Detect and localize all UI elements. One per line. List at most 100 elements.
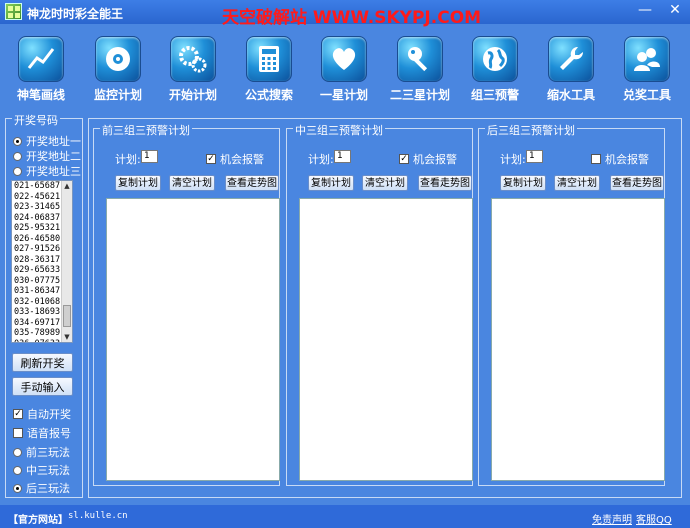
- tool-label: 公式搜索: [244, 88, 293, 102]
- auto-draw-checkbox[interactable]: ✓ 自动开奖: [13, 406, 71, 422]
- tool-label: 组三预警: [470, 88, 519, 102]
- alarm-checkbox[interactable]: ✓ 机会报警: [206, 151, 264, 167]
- back-three-panel: 后三组三预警计划 计划: 1 机会报警 复制计划 清空计划 查看走势图: [478, 122, 665, 486]
- official-site-label: 【官方网站】: [8, 515, 68, 526]
- view-chart-button[interactable]: 查看走势图: [418, 175, 472, 191]
- tool-group-three-alert[interactable]: 组三预警: [460, 36, 530, 103]
- radio-label: 开奖地址二: [26, 150, 81, 163]
- official-site-link[interactable]: sl.kulle.cn: [68, 511, 128, 521]
- view-chart-button[interactable]: 查看走势图: [610, 175, 664, 191]
- mode-radio-middle[interactable]: 中三玩法: [13, 462, 70, 478]
- plan-count-input[interactable]: 1: [526, 150, 543, 163]
- clear-plan-button[interactable]: 清空计划: [554, 175, 600, 191]
- tool-label: 开始计划: [168, 88, 217, 102]
- disc-icon: [95, 36, 141, 82]
- wrench-icon: [548, 36, 594, 82]
- radio-label: 前三玩法: [26, 446, 70, 459]
- radio-dot: [13, 483, 22, 493]
- checkbox-label: 机会报警: [220, 153, 264, 166]
- voice-announce-checkbox[interactable]: 语音报号: [13, 425, 71, 441]
- tool-label: 兑奖工具: [622, 88, 671, 102]
- panel-title: 中三组三预警计划: [293, 122, 385, 138]
- tool-label: 缩水工具: [546, 88, 595, 102]
- draw-list[interactable]: 021-65687 022-45621 023-31465 024-06837 025-…: [11, 180, 73, 343]
- status-bar: 【官方网站】 sl.kulle.cn 免责声明 客服QQ: [0, 505, 690, 528]
- copy-plan-button[interactable]: 复制计划: [308, 175, 354, 191]
- checkbox-box: ✓: [13, 409, 23, 419]
- radio-label: 中三玩法: [26, 464, 70, 477]
- radio-dot: [13, 166, 22, 176]
- tool-label: 一星计划: [319, 88, 368, 102]
- plan-count-input[interactable]: 1: [334, 150, 351, 163]
- plan-output-area[interactable]: [299, 198, 473, 481]
- calculator-icon: [246, 36, 292, 82]
- support-qq-link[interactable]: 客服QQ: [636, 511, 672, 526]
- tool-label: 二三星计划: [389, 88, 450, 102]
- tool-formula-search[interactable]: 公式搜索: [234, 36, 304, 103]
- tool-start-plan[interactable]: 开始计划: [158, 36, 228, 103]
- checkbox-box: ✓: [206, 154, 216, 164]
- manual-input-button[interactable]: 手动输入: [12, 377, 73, 396]
- middle-three-panel: 中三组三预警计划 计划: 1 ✓ 机会报警 复制计划 清空计划 查看走势图: [286, 122, 473, 486]
- radio-label: 开奖地址三: [26, 165, 81, 178]
- tool-monitor-plan[interactable]: 监控计划: [83, 36, 153, 103]
- tool-one-star-plan[interactable]: 一星计划: [309, 36, 379, 103]
- mode-radio-back[interactable]: 后三玩法: [13, 480, 70, 496]
- plan-label: 计划:: [308, 153, 334, 166]
- checkbox-label: 机会报警: [605, 153, 649, 166]
- close-button[interactable]: ✕: [660, 0, 690, 22]
- source-radio-1[interactable]: 开奖地址一: [13, 133, 81, 149]
- checkbox-box: ✓: [399, 154, 409, 164]
- radio-dot: [13, 447, 22, 457]
- plan-count-input[interactable]: 1: [141, 150, 158, 163]
- checkbox-label: 语音报号: [27, 427, 71, 440]
- title-bar[interactable]: 神龙时时彩全能王 天空破解站 WWW.SKYPJ.COM — ✕: [0, 0, 690, 28]
- alarm-checkbox[interactable]: ✓ 机会报警: [399, 151, 457, 167]
- tool-prize-check[interactable]: 兑奖工具: [612, 36, 682, 103]
- plan-output-area[interactable]: [491, 198, 665, 481]
- app-window: 神龙时时彩全能王 天空破解站 WWW.SKYPJ.COM — ✕ 神笔画线 监控…: [0, 0, 690, 528]
- source-radio-3[interactable]: 开奖地址三: [13, 163, 81, 179]
- gears-icon: [170, 36, 216, 82]
- copy-plan-button[interactable]: 复制计划: [115, 175, 161, 191]
- scroll-up-icon[interactable]: ▲: [62, 181, 72, 191]
- radio-dot: [13, 465, 22, 475]
- window-title: 神龙时时彩全能王: [27, 7, 124, 21]
- tool-draw-line[interactable]: 神笔画线: [6, 36, 76, 103]
- view-chart-button[interactable]: 查看走势图: [225, 175, 279, 191]
- front-three-panel: 前三组三预警计划 计划: 1 ✓ 机会报警 复制计划 清空计划 查看走势图: [93, 122, 280, 486]
- source-radio-2[interactable]: 开奖地址二: [13, 148, 81, 164]
- minimize-button[interactable]: —: [630, 0, 660, 22]
- plan-label: 计划:: [115, 153, 141, 166]
- users-icon: [624, 36, 670, 82]
- radio-label: 后三玩法: [26, 482, 70, 495]
- checkbox-label: 自动开奖: [27, 408, 71, 421]
- copy-plan-button[interactable]: 复制计划: [500, 175, 546, 191]
- plan-label: 计划:: [500, 153, 526, 166]
- trend-line-icon: [18, 36, 64, 82]
- draw-list-scrollbar[interactable]: ▲ ▼: [61, 181, 72, 342]
- clear-plan-button[interactable]: 清空计划: [362, 175, 408, 191]
- radio-dot: [13, 151, 22, 161]
- tool-reduce[interactable]: 缩水工具: [536, 36, 606, 103]
- refresh-draws-button[interactable]: 刷新开奖: [12, 353, 73, 372]
- tool-label: 神笔画线: [16, 88, 65, 102]
- clear-plan-button[interactable]: 清空计划: [169, 175, 215, 191]
- plan-output-area[interactable]: [106, 198, 280, 481]
- scroll-down-icon[interactable]: ▼: [62, 332, 72, 342]
- heart-icon: [321, 36, 367, 82]
- globe-icon: [472, 36, 518, 82]
- checkbox-box: [591, 154, 601, 164]
- key-icon: [397, 36, 443, 82]
- toolbar: 神笔画线 监控计划 开始计划 公式搜索 一星计划 二三星计划 组三预警 缩水工具…: [0, 24, 690, 108]
- radio-label: 开奖地址一: [26, 135, 81, 148]
- disclaimer-link[interactable]: 免责声明: [592, 511, 632, 526]
- checkbox-label: 机会报警: [413, 153, 457, 166]
- alarm-checkbox[interactable]: 机会报警: [591, 151, 649, 167]
- group-title: 开奖号码: [12, 112, 60, 128]
- panel-title: 后三组三预警计划: [485, 122, 577, 138]
- scroll-thumb[interactable]: [63, 305, 71, 327]
- app-logo-icon: [5, 3, 22, 20]
- mode-radio-front[interactable]: 前三玩法: [13, 444, 70, 460]
- tool-two-three-star-plan[interactable]: 二三星计划: [385, 36, 455, 103]
